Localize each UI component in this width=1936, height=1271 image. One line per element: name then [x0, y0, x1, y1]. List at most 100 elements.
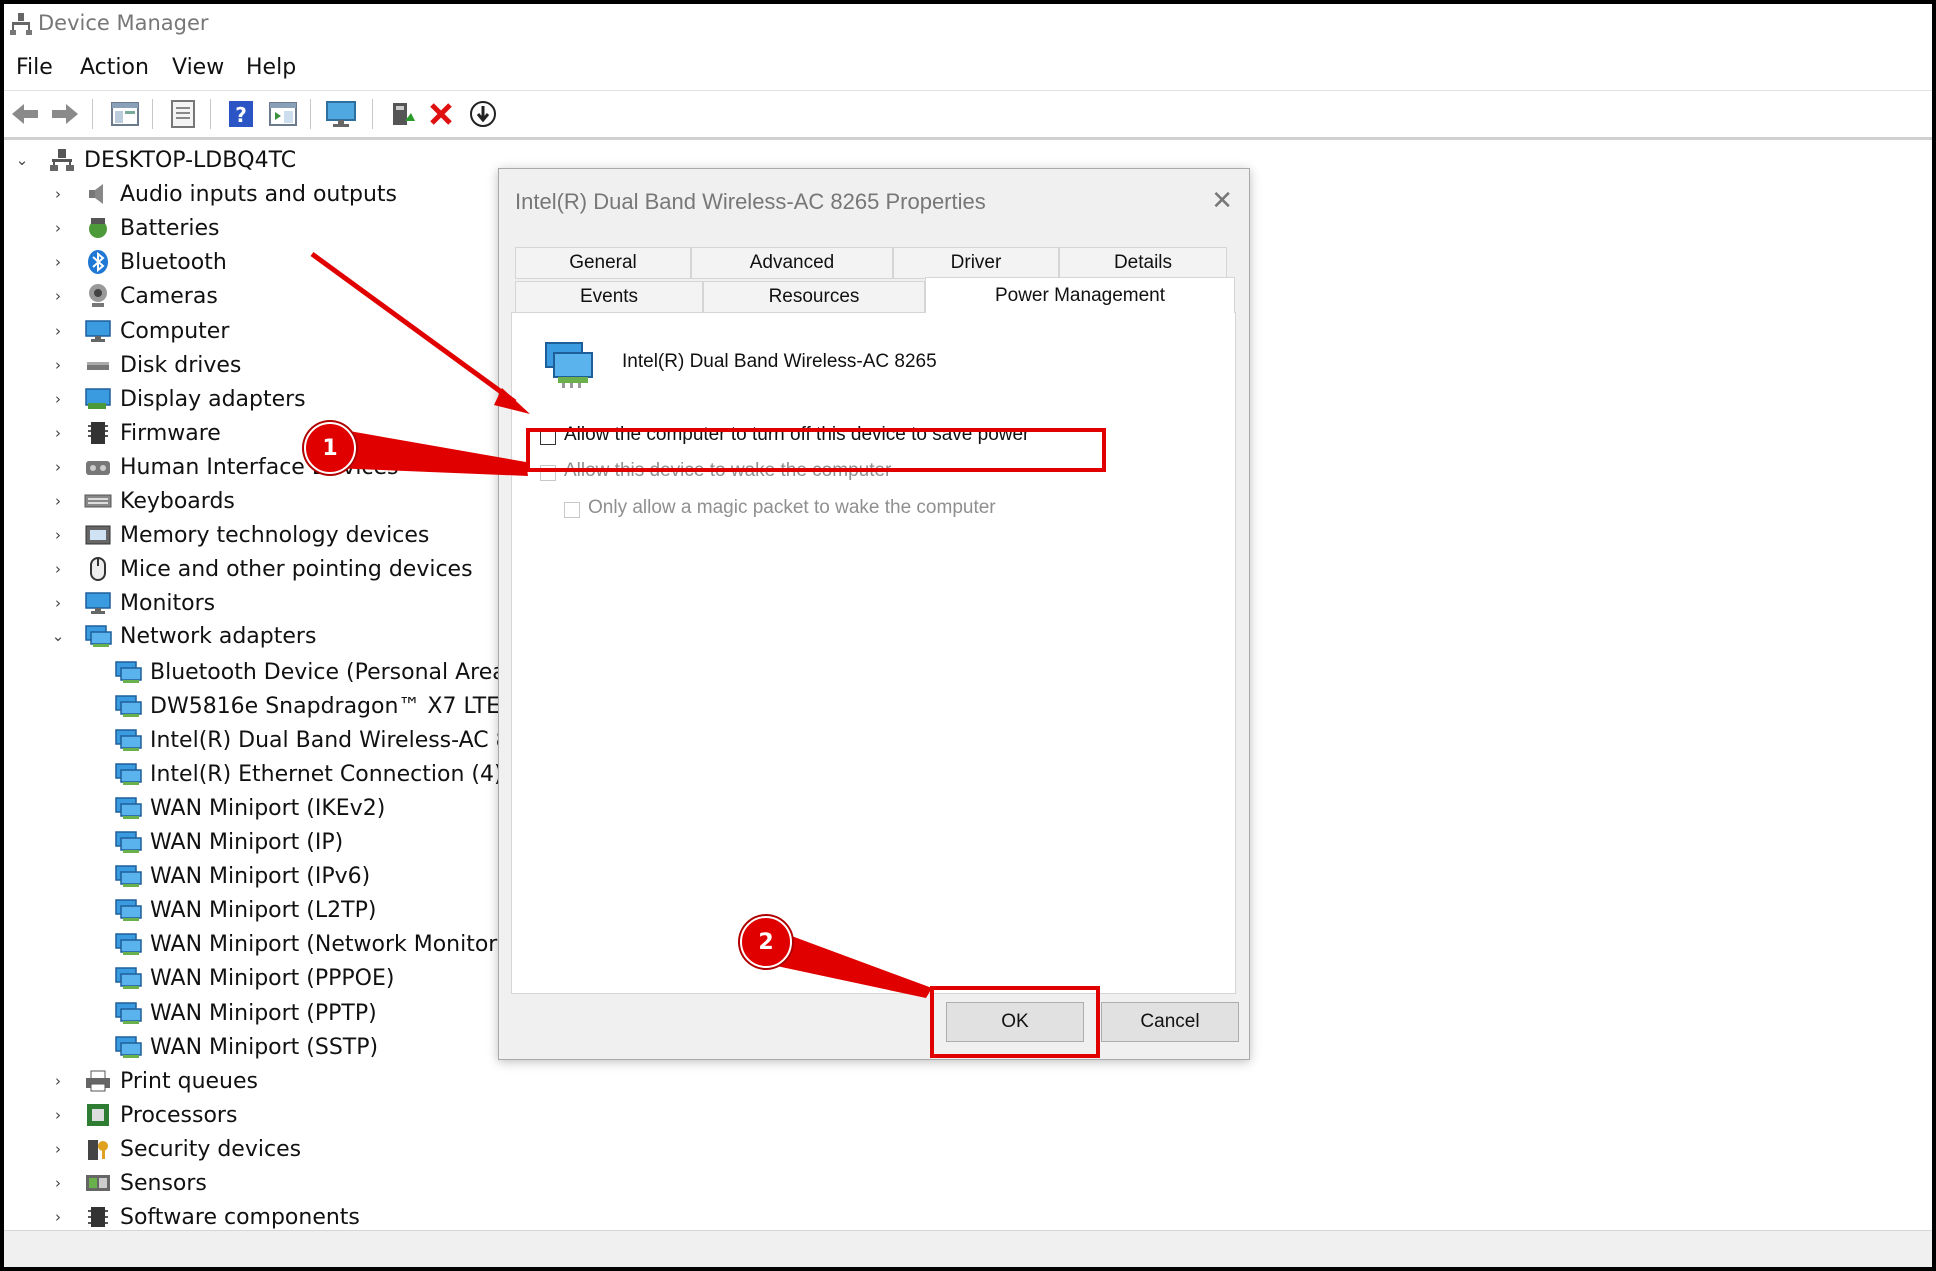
- chevron-right-icon[interactable]: ›: [50, 458, 66, 476]
- tree-item-label: Keyboards: [120, 488, 235, 514]
- menu-action[interactable]: Action: [80, 55, 149, 80]
- network-adapter-item[interactable]: WAN Miniport (IP): [114, 826, 343, 858]
- chevron-down-icon[interactable]: ⌄: [50, 627, 66, 645]
- speaker-icon: [84, 181, 112, 207]
- mouse-icon: [84, 556, 112, 582]
- action-pane-icon[interactable]: [266, 97, 300, 131]
- tree-item-label: Intel(R) Ethernet Connection (4) I219-LM: [150, 761, 504, 787]
- chevron-right-icon[interactable]: ›: [50, 219, 66, 237]
- chevron-down-icon[interactable]: ⌄: [14, 151, 30, 169]
- tree-category[interactable]: › Memory technology devices: [50, 519, 429, 551]
- tree-category[interactable]: › Software components: [50, 1201, 360, 1233]
- menu-bar: File Action View Help: [4, 48, 1932, 91]
- tree-category[interactable]: › Mice and other pointing devices: [50, 553, 473, 585]
- update-driver-icon[interactable]: [384, 97, 418, 131]
- network-adapter-item[interactable]: Intel(R) Dual Band Wireless-AC 8265: [114, 724, 504, 756]
- properties-icon[interactable]: [166, 97, 200, 131]
- tab-general[interactable]: General: [515, 247, 691, 279]
- tree-root[interactable]: ⌄ DESKTOP-LDBQ4TC: [14, 144, 296, 176]
- network-adapter-item[interactable]: WAN Miniport (IPv6): [114, 860, 370, 892]
- chevron-right-icon[interactable]: ›: [50, 560, 66, 578]
- network-adapter-item[interactable]: WAN Miniport (PPPOE): [114, 962, 394, 994]
- network-adapter-icon: [114, 795, 142, 821]
- tab-advanced[interactable]: Advanced: [691, 247, 893, 279]
- menu-help[interactable]: Help: [246, 55, 296, 80]
- tree-category[interactable]: › Monitors: [50, 587, 215, 619]
- chevron-right-icon[interactable]: ›: [50, 356, 66, 374]
- network-adapter-item[interactable]: Intel(R) Ethernet Connection (4) I219-LM: [114, 758, 504, 790]
- tree-category[interactable]: › Security devices: [50, 1133, 301, 1165]
- chevron-right-icon[interactable]: ›: [50, 1072, 66, 1090]
- tree-category[interactable]: › Computer: [50, 315, 229, 347]
- tree-category[interactable]: › Print queues: [50, 1065, 258, 1097]
- cancel-button[interactable]: Cancel: [1101, 1002, 1239, 1042]
- network-adapter-item[interactable]: WAN Miniport (Network Monitor): [114, 928, 504, 960]
- tree-item-label: Firmware: [120, 420, 221, 446]
- network-adapter-item[interactable]: WAN Miniport (L2TP): [114, 894, 376, 926]
- chevron-right-icon[interactable]: ›: [50, 287, 66, 305]
- forward-arrow-icon[interactable]: [48, 97, 82, 131]
- tab-driver[interactable]: Driver: [893, 247, 1059, 279]
- menu-view[interactable]: View: [172, 55, 224, 80]
- chevron-right-icon[interactable]: ›: [50, 492, 66, 510]
- network-adapter-item[interactable]: WAN Miniport (PPTP): [114, 997, 377, 1029]
- network-adapter-icon: [114, 727, 142, 753]
- network-adapter-icon: [114, 965, 142, 991]
- back-arrow-icon[interactable]: [8, 97, 42, 131]
- tree-item-label: WAN Miniport (IKEv2): [150, 795, 386, 821]
- tree-category[interactable]: › Bluetooth: [50, 246, 227, 278]
- network-adapter-icon: [114, 897, 142, 923]
- help-icon[interactable]: ?: [224, 97, 258, 131]
- tree-category[interactable]: › Batteries: [50, 212, 220, 244]
- tree-item-label: Mice and other pointing devices: [120, 556, 473, 582]
- dialog-title: Intel(R) Dual Band Wireless-AC 8265 Prop…: [515, 189, 986, 214]
- tab-events[interactable]: Events: [515, 281, 703, 313]
- network-adapter-item[interactable]: DW5816e Snapdragon™ X7 LTE: [114, 690, 500, 722]
- hid-icon: [84, 454, 112, 480]
- chevron-right-icon[interactable]: ›: [50, 1140, 66, 1158]
- network-adapter-icon: [114, 829, 142, 855]
- uninstall-device-icon[interactable]: [424, 97, 458, 131]
- tree-item-label: WAN Miniport (PPTP): [150, 1000, 377, 1026]
- monitor-icon[interactable]: [324, 97, 358, 131]
- tree-category[interactable]: › Disk drives: [50, 349, 241, 381]
- tree-category[interactable]: › Firmware: [50, 417, 221, 449]
- tab-details[interactable]: Details: [1059, 247, 1227, 279]
- tree-category[interactable]: › Processors: [50, 1099, 237, 1131]
- tree-category[interactable]: › Audio inputs and outputs: [50, 178, 397, 210]
- tree-item-label: Intel(R) Dual Band Wireless-AC 8265: [150, 727, 504, 753]
- chevron-right-icon[interactable]: ›: [50, 253, 66, 271]
- chevron-right-icon[interactable]: ›: [50, 185, 66, 203]
- chevron-right-icon[interactable]: ›: [50, 1208, 66, 1226]
- display-adapter-icon: [84, 386, 112, 412]
- download-icon[interactable]: [466, 97, 500, 131]
- network-adapter-icon: [114, 761, 142, 787]
- tab-resources[interactable]: Resources: [703, 281, 925, 313]
- chevron-right-icon[interactable]: ›: [50, 1106, 66, 1124]
- network-adapter-item[interactable]: Bluetooth Device (Personal Area Network): [114, 656, 504, 688]
- tab-power-management[interactable]: Power Management: [925, 277, 1235, 313]
- network-adapter-icon: [114, 693, 142, 719]
- tree-category[interactable]: › Sensors: [50, 1167, 207, 1199]
- network-adapter-item[interactable]: WAN Miniport (SSTP): [114, 1031, 378, 1063]
- tree-item-label: Batteries: [120, 215, 220, 241]
- network-adapter-item[interactable]: WAN Miniport (IKEv2): [114, 792, 385, 824]
- chevron-right-icon[interactable]: ›: [50, 594, 66, 612]
- chevron-right-icon[interactable]: ›: [50, 322, 66, 340]
- tree-item-label: Disk drives: [120, 352, 242, 378]
- properties-dialog: Intel(R) Dual Band Wireless-AC 8265 Prop…: [498, 168, 1250, 1060]
- network-adapter-icon: [114, 863, 142, 889]
- tree-category[interactable]: › Keyboards: [50, 485, 235, 517]
- chevron-right-icon[interactable]: ›: [50, 526, 66, 544]
- tree-category[interactable]: › Display adapters: [50, 383, 306, 415]
- tree-network-adapters[interactable]: ⌄ Network adapters: [50, 620, 317, 652]
- network-adapter-icon: [542, 337, 598, 394]
- root-label: DESKTOP-LDBQ4TC: [84, 147, 297, 173]
- chevron-right-icon[interactable]: ›: [50, 424, 66, 442]
- close-icon[interactable]: ✕: [1211, 185, 1233, 216]
- chevron-right-icon[interactable]: ›: [50, 390, 66, 408]
- chevron-right-icon[interactable]: ›: [50, 1174, 66, 1192]
- menu-file[interactable]: File: [16, 55, 53, 80]
- show-hide-console-tree-icon[interactable]: [108, 97, 142, 131]
- tree-category[interactable]: › Cameras: [50, 280, 218, 312]
